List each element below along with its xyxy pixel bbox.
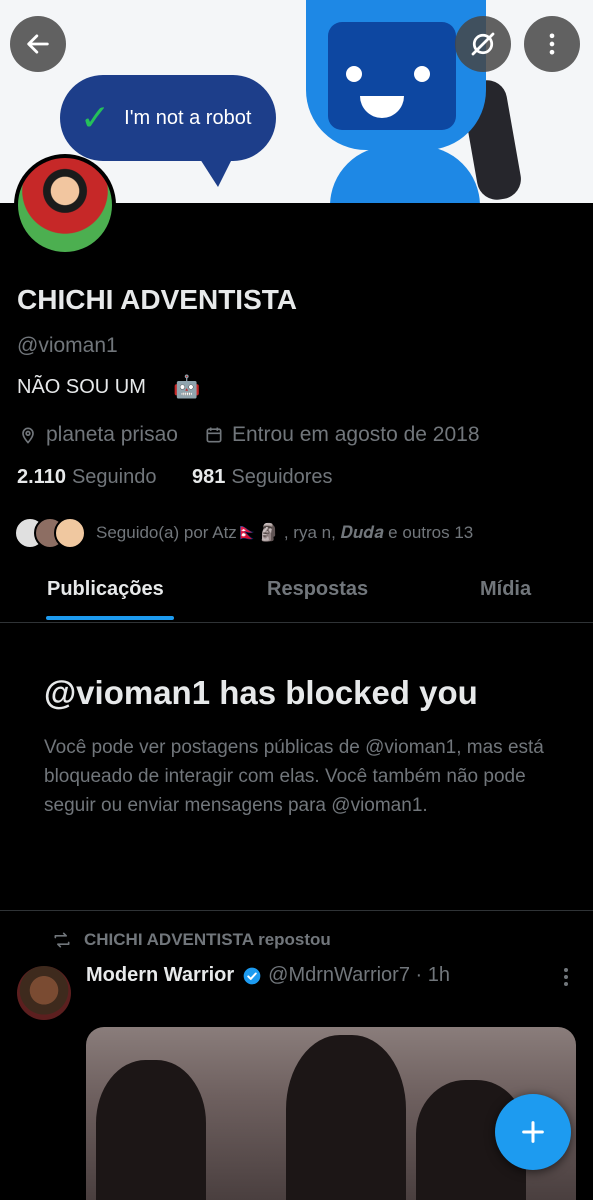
avatar-image	[18, 158, 112, 252]
profile-joined: Entrou em agosto de 2018	[204, 423, 480, 447]
bio-robot-emoji: 🤖	[173, 374, 201, 399]
followers-count: 981	[192, 466, 226, 488]
divider	[0, 910, 593, 911]
following-count: 2.110	[17, 466, 66, 488]
arrow-left-icon	[27, 34, 49, 54]
calendar-icon	[206, 427, 222, 443]
follower-avatar	[54, 517, 86, 549]
profile-handle: @vioman1	[17, 334, 118, 357]
tab-publicacoes[interactable]: Publicações	[47, 578, 164, 601]
joined-text: Entrou em agosto de 2018	[232, 423, 480, 446]
back-button[interactable]	[10, 16, 66, 72]
more-options-button[interactable]	[524, 16, 580, 72]
followed-by-text: Seguido(a) por Atz🇳🇵🗿 , rya n, 𝑫𝒖𝒅𝒂 e ou…	[96, 523, 474, 542]
more-vertical-icon	[549, 33, 555, 55]
banner-bubble-text: I'm not a robot	[124, 106, 252, 129]
tweet-more-button[interactable]	[556, 966, 576, 988]
tweet-author-name[interactable]: Modern Warrior	[86, 964, 234, 987]
following-label: Seguindo	[71, 466, 157, 488]
robot-body-illustration	[330, 146, 480, 203]
repost-header[interactable]: CHICHI ADVENTISTA repostou	[52, 930, 331, 950]
verified-badge-icon	[243, 967, 261, 984]
repost-label: CHICHI ADVENTISTA repostou	[84, 930, 331, 949]
banner-speech-bubble: ✓ I'm not a robot	[60, 75, 276, 187]
tweet-author-avatar[interactable]	[17, 966, 71, 1020]
robot-eye-left	[346, 66, 362, 82]
tab-midia[interactable]: Mídia	[480, 578, 531, 601]
more-vertical-icon	[564, 968, 568, 986]
location-text: planeta prisao	[46, 423, 178, 446]
active-tab-indicator	[46, 616, 174, 620]
tab-respostas[interactable]: Respostas	[267, 578, 368, 601]
repost-icon	[54, 932, 70, 948]
blocked-body: Você pode ver postagens públicas de @vio…	[44, 737, 544, 816]
profile-bio: NÃO SOU UM	[17, 376, 146, 398]
disconnected-circle-icon	[471, 32, 495, 56]
plus-icon	[522, 1121, 544, 1143]
checkmark-icon: ✓	[80, 97, 111, 138]
tweet-header: Modern Warrior @MdrnWarrior7 · 1h	[86, 964, 450, 987]
media-figure	[286, 1035, 406, 1200]
secondary-action-button[interactable]	[455, 16, 511, 72]
compose-button[interactable]	[495, 1094, 571, 1170]
location-pin-icon	[22, 427, 34, 444]
followed-by-row[interactable]: Seguido(a) por Atz🇳🇵🗿 , rya n, 𝑫𝒖𝒅𝒂 e ou…	[14, 516, 473, 550]
profile-location: planeta prisao	[18, 423, 178, 447]
robot-eye-right	[414, 66, 430, 82]
blocked-title: @vioman1 has blocked you	[44, 674, 478, 711]
media-figure	[96, 1060, 206, 1200]
tweet-author-handle: @MdrnWarrior7 · 1h	[268, 964, 450, 986]
following-link[interactable]: 2.110 Seguindo	[17, 466, 156, 489]
followers-link[interactable]: 981 Seguidores	[192, 466, 333, 489]
profile-name: CHICHI ADVENTISTA	[17, 284, 297, 315]
profile-avatar[interactable]	[14, 154, 116, 256]
followers-label: Seguidores	[231, 466, 333, 488]
profile-tabs: Publicações Respostas Mídia	[0, 564, 593, 623]
